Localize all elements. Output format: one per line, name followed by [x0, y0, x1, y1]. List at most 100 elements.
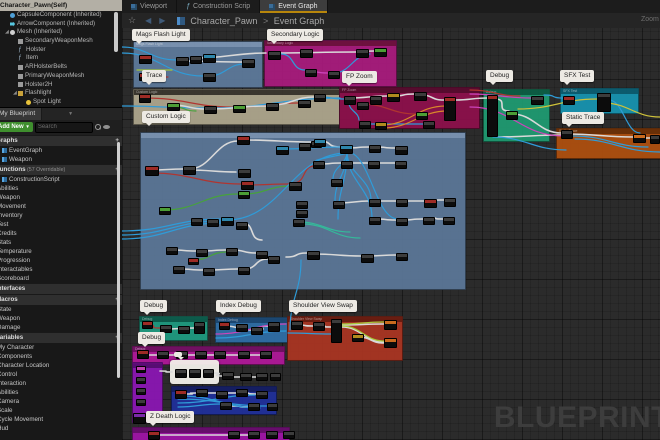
component-tree-item[interactable]: ◢Mesh (Inherited)	[0, 28, 123, 37]
list-item[interactable]: EventGraph	[0, 146, 123, 155]
graph-node[interactable]	[233, 105, 246, 113]
graph-node[interactable]	[268, 322, 280, 332]
tab-construction-script[interactable]: ƒ Construction Scrip	[177, 0, 260, 13]
tab-my-blueprint[interactable]: My Blueprint	[0, 108, 42, 120]
graph-node[interactable]	[195, 351, 207, 359]
graph-node[interactable]	[188, 258, 199, 265]
graph-node[interactable]	[283, 431, 295, 439]
graph-node[interactable]	[487, 95, 498, 137]
graph-node[interactable]	[270, 373, 281, 381]
graph-node[interactable]	[159, 207, 171, 215]
graph-node[interactable]	[251, 327, 263, 335]
graph-node[interactable]	[369, 145, 381, 153]
graph-node[interactable]	[226, 248, 238, 256]
graph-node[interactable]	[341, 161, 353, 169]
section-header-interfaces[interactable]: Interfaces	[0, 283, 123, 294]
graph-node[interactable]	[256, 251, 268, 259]
graph-node[interactable]	[314, 139, 326, 147]
graph-node[interactable]	[236, 222, 248, 230]
component-tree-item[interactable]: Spot Light	[0, 98, 123, 107]
graph-node[interactable]	[176, 57, 189, 66]
tab-viewport[interactable]: Viewport	[122, 0, 177, 13]
component-tree-item[interactable]: ƒItem	[0, 54, 123, 63]
graph-node[interactable]	[256, 373, 268, 381]
graph-node[interactable]	[387, 93, 400, 102]
graph-node[interactable]	[157, 351, 169, 359]
graph-node[interactable]	[395, 161, 407, 169]
graph-node[interactable]	[293, 219, 305, 227]
list-item[interactable]: Interactables	[0, 265, 123, 274]
graph-node[interactable]	[299, 143, 311, 151]
graph-node[interactable]	[305, 69, 317, 77]
component-tree-item[interactable]: ƒHolster	[0, 46, 123, 55]
graph-node[interactable]	[443, 217, 455, 225]
graph-node[interactable]	[416, 112, 428, 120]
graph-node[interactable]	[563, 96, 575, 105]
graph-node[interactable]	[423, 217, 435, 225]
components-panel-title[interactable]: Character_Pawn(Self)	[0, 0, 123, 11]
comment-label[interactable]: FP Zoom	[342, 71, 377, 83]
graph-node[interactable]	[203, 268, 215, 276]
graph-node[interactable]	[196, 249, 208, 257]
graph-node[interactable]	[561, 130, 573, 139]
visibility-filter-icon[interactable]	[103, 125, 110, 129]
graph-node[interactable]	[414, 92, 427, 101]
graph-node[interactable]	[268, 51, 281, 60]
graph-node[interactable]	[178, 326, 190, 334]
comment-label[interactable]	[174, 352, 182, 357]
list-item[interactable]: Character Location	[0, 361, 123, 370]
search-input[interactable]	[35, 122, 93, 133]
graph-node[interactable]	[167, 103, 180, 111]
graph-node[interactable]	[148, 431, 160, 440]
list-item[interactable]: Scale	[0, 406, 123, 415]
graph-node[interactable]	[183, 166, 196, 175]
graph-node[interactable]	[276, 146, 289, 155]
graph-node[interactable]	[444, 198, 456, 207]
list-item[interactable]: Inventory	[0, 211, 123, 220]
graph-node[interactable]	[396, 199, 408, 207]
graph-node[interactable]	[203, 54, 216, 63]
section-header-variables[interactable]: Variables+	[0, 332, 123, 343]
graph-node[interactable]	[248, 431, 260, 439]
graph-node[interactable]	[203, 73, 216, 82]
list-item[interactable]: Camera	[0, 397, 123, 406]
list-item[interactable]: Scoreboard	[0, 274, 123, 283]
graph-node[interactable]	[238, 351, 250, 359]
graph-node[interactable]	[396, 253, 408, 261]
comment-label[interactable]: Static Trace	[562, 112, 604, 124]
graph-node[interactable]	[267, 403, 278, 411]
graph-node[interactable]	[228, 431, 240, 439]
comment-label[interactable]: Trace	[142, 70, 166, 82]
graph-node[interactable]	[145, 166, 159, 176]
component-tree-item[interactable]: ◢Flashlight	[0, 89, 123, 98]
graph-node[interactable]	[139, 94, 151, 103]
breadcrumb-root[interactable]: Character_Pawn	[190, 16, 257, 26]
graph-node[interactable]	[237, 136, 250, 145]
components-scrollbar[interactable]	[114, 12, 118, 52]
graph-node[interactable]	[238, 191, 250, 199]
graph-node[interactable]	[221, 217, 234, 226]
list-item[interactable]: Stats	[0, 238, 123, 247]
comment-label[interactable]: Z Death Logic	[146, 411, 194, 423]
graph-node[interactable]	[136, 399, 146, 406]
graph-node[interactable]	[298, 100, 311, 108]
graph-node[interactable]	[300, 49, 313, 58]
list-item[interactable]: Test	[0, 220, 123, 229]
event-graph-canvas[interactable]: BLUEPRINT Mags Flash LightSecondary Logi…	[122, 28, 660, 440]
graph-node[interactable]	[313, 322, 325, 331]
comment-label[interactable]: SFX Test	[560, 70, 594, 82]
graph-node[interactable]	[248, 403, 260, 411]
comment-label[interactable]: Shoulder View Swap	[289, 300, 357, 312]
graph-node[interactable]	[375, 122, 387, 130]
nav-back-icon[interactable]: ◀	[145, 16, 151, 25]
comment-label[interactable]: Custom Logic	[142, 111, 190, 123]
graph-node[interactable]	[424, 199, 437, 208]
breadcrumb-current[interactable]: Event Graph	[274, 16, 325, 26]
component-tree-item[interactable]: ArrowComponent (Inherited)	[0, 20, 123, 29]
graph-node[interactable]	[196, 389, 208, 397]
component-tree-item[interactable]: PrimaryWeaponMesh	[0, 72, 123, 81]
graph-node[interactable]	[395, 146, 408, 155]
graph-node[interactable]	[359, 121, 371, 129]
graph-node[interactable]	[189, 369, 201, 378]
tab-event-graph[interactable]: Event Graph	[260, 0, 327, 13]
